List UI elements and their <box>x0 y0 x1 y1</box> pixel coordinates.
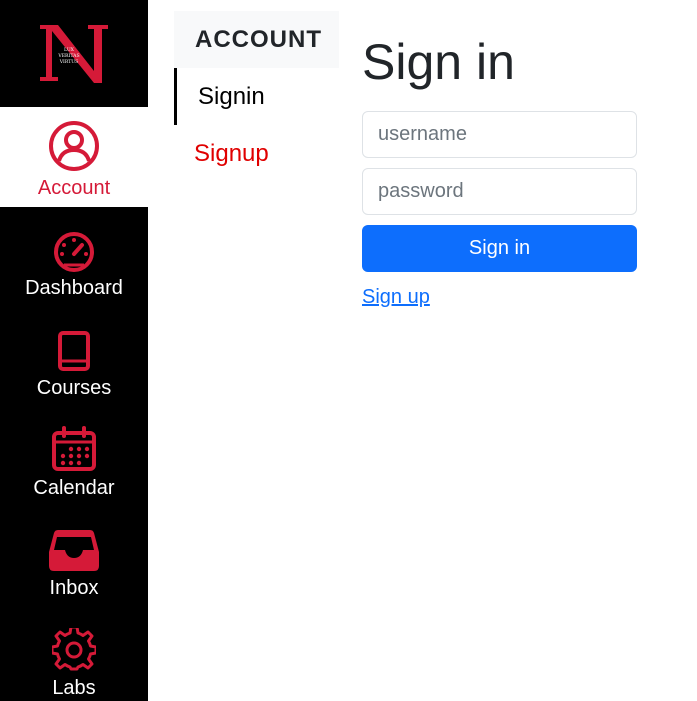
sidebar-item-dashboard[interactable]: Dashboard <box>0 207 148 307</box>
sidebar-item-courses[interactable]: Courses <box>0 307 148 407</box>
page-title: Sign in <box>362 34 515 90</box>
gear-icon <box>52 628 96 671</box>
logo-motto-1: LUX <box>64 47 75 53</box>
account-nav-signup-link[interactable]: Signup <box>174 125 339 182</box>
logo-motto-2: VERITAS <box>57 53 79 59</box>
sidebar-item-inbox[interactable]: Inbox <box>0 507 148 607</box>
sidebar-item-label: Courses <box>36 377 112 399</box>
book-icon <box>58 331 90 371</box>
university-logo[interactable]: LUX VERITAS VIRTUS <box>0 0 148 107</box>
university-logo-mark: LUX VERITAS VIRTUS <box>40 24 108 83</box>
sidebar-item-label: Labs <box>52 677 96 699</box>
account-navigation: ACCOUNT Signin Signup <box>174 11 339 182</box>
username-input[interactable] <box>362 111 637 158</box>
sidebar-item-label: Calendar <box>33 477 115 499</box>
logo-motto-3: VIRTUS <box>59 59 79 65</box>
signup-link[interactable]: Sign up <box>362 286 430 309</box>
sidebar-item-calendar[interactable]: Calendar <box>0 407 148 507</box>
app-root: LUX VERITAS VIRTUS Account Dashboard Cou… <box>0 0 697 701</box>
signin-button[interactable]: Sign in <box>362 225 637 272</box>
sidebar-item-label: Dashboard <box>25 277 123 299</box>
password-input[interactable] <box>362 168 637 215</box>
sidebar-item-label: Account <box>37 177 111 199</box>
sidebar-item-label: Inbox <box>49 577 99 599</box>
kanbas-sidebar: LUX VERITAS VIRTUS Account Dashboard Cou… <box>0 0 148 701</box>
sidebar-item-account[interactable]: Account <box>0 107 148 207</box>
speedometer-icon <box>54 232 94 272</box>
account-nav-signin-link[interactable]: Signin <box>174 68 339 125</box>
account-nav-header: ACCOUNT <box>174 11 339 68</box>
signin-form: Sign in Sign in Sign up <box>362 0 637 309</box>
inbox-icon <box>49 530 99 571</box>
calendar-icon <box>52 426 96 471</box>
user-circle-icon <box>49 121 99 171</box>
sidebar-item-labs[interactable]: Labs <box>0 607 148 701</box>
